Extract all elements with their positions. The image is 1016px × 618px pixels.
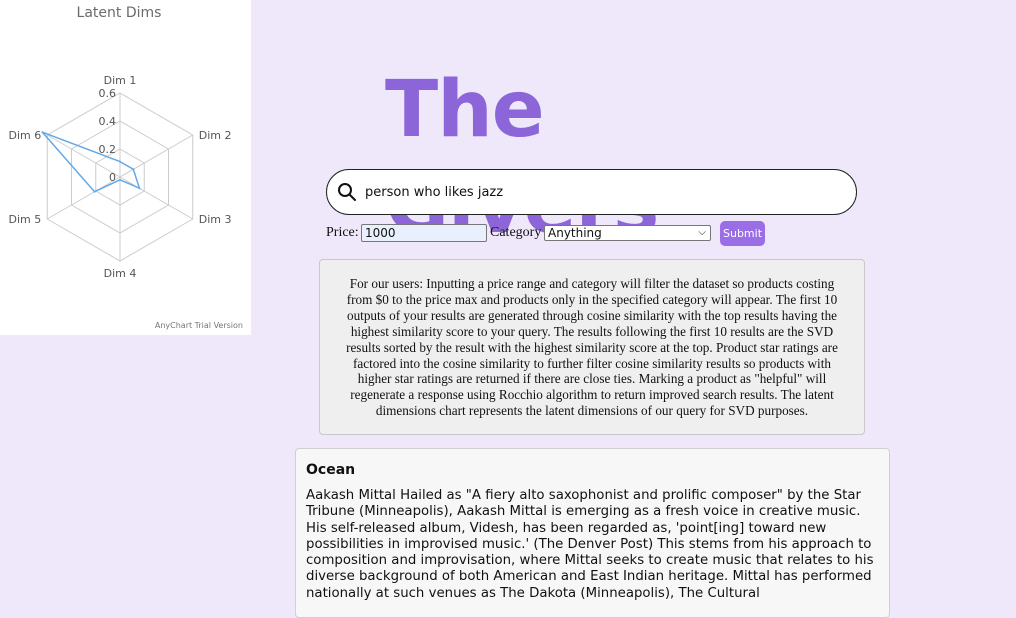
info-box: For our users: Inputting a price range a… bbox=[319, 259, 865, 435]
radar-axis-label: Dim 6 bbox=[9, 129, 42, 142]
radar-axis-line bbox=[119, 176, 193, 220]
result-description: Aakash Mittal Hailed as "A fiery alto sa… bbox=[306, 488, 874, 601]
radar-axis-label: Dim 1 bbox=[104, 74, 137, 87]
radar-axis-line bbox=[119, 134, 193, 178]
chevron-down-icon: ⌵ bbox=[698, 227, 706, 238]
price-label: Price: bbox=[326, 225, 359, 240]
radar-data-point bbox=[138, 187, 141, 190]
radar-axis-label: Dim 3 bbox=[199, 213, 232, 226]
radar-data-point bbox=[119, 178, 121, 181]
search-input[interactable] bbox=[365, 180, 835, 204]
category-select[interactable]: Anything ⌵ bbox=[544, 225, 711, 241]
search-bar[interactable] bbox=[326, 169, 857, 215]
category-selected-value: Anything bbox=[548, 226, 602, 240]
chart-title: Latent Dims bbox=[77, 5, 162, 21]
radar-axis-label: Dim 5 bbox=[9, 213, 42, 226]
price-input[interactable] bbox=[361, 224, 487, 242]
radar-chart-svg: Latent Dims 00.20.40.6 Dim 1Dim 2Dim 3Di… bbox=[9, 5, 243, 330]
submit-button[interactable]: Submit bbox=[720, 221, 765, 246]
result-card[interactable]: Ocean Aakash Mittal Hailed as "A fiery a… bbox=[295, 448, 890, 618]
radar-data-point bbox=[132, 168, 135, 171]
filter-row: Price: Category Anything ⌵ Submit bbox=[326, 221, 786, 246]
radar-data-point bbox=[93, 190, 96, 193]
latent-dims-chart: Latent Dims 0 0.2 0.4 0.6 Dim 1 Dim 2 Dim 3 Di… bbox=[0, 0, 251, 335]
radar-data-point bbox=[119, 160, 121, 163]
category-label: Category bbox=[490, 225, 542, 240]
chart-credits: AnyChart Trial Version bbox=[155, 321, 243, 330]
result-title: Ocean bbox=[306, 462, 356, 478]
search-icon[interactable] bbox=[337, 182, 357, 202]
radar-tick-label: 0.6 bbox=[99, 87, 117, 100]
radar-tick-label: 0.4 bbox=[99, 115, 117, 128]
radar-axis-label: Dim 2 bbox=[199, 129, 232, 142]
radar-axis-label: Dim 4 bbox=[104, 267, 137, 280]
radar-data-point bbox=[41, 131, 44, 134]
